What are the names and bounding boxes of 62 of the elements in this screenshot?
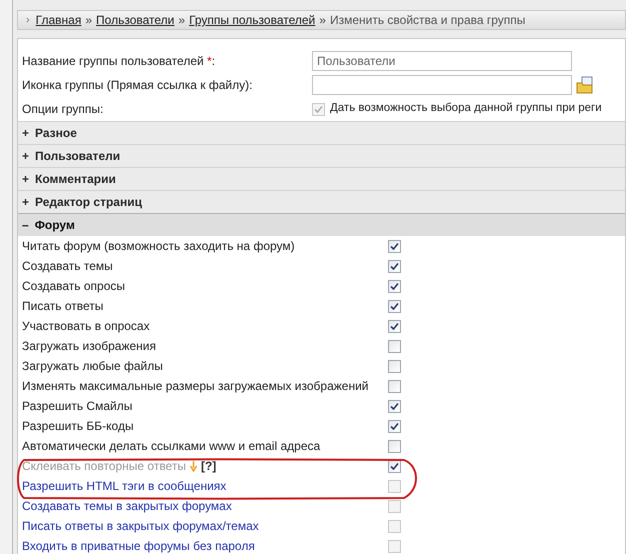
help-link[interactable]: [?] [200,457,216,475]
permission-label: Создавать темы [22,258,113,275]
checkmark-icon [390,302,399,310]
permission-label: Создавать опросы [22,278,125,295]
checkbox[interactable] [388,260,401,272]
input-field[interactable] [312,75,572,95]
checkbox[interactable] [388,320,401,332]
breadcrumb-separator: » [85,12,92,29]
checkbox[interactable] [388,480,401,492]
breadcrumb-current: Изменить свойства и права группы [330,12,526,29]
section-header[interactable]: – Форум [18,213,625,236]
permission-label: Разрешить Смайлы [22,398,132,415]
checkbox[interactable] [388,300,401,312]
permission-label: Разрешить ББ-коды [22,418,134,435]
checkbox[interactable] [388,380,401,392]
checkbox[interactable] [388,440,401,452]
checkmark-icon [390,422,399,430]
checkbox[interactable] [388,340,401,352]
section-header[interactable]: + Разное [18,121,625,144]
checkbox[interactable] [388,420,401,432]
checkmark-icon [390,462,399,470]
permission-label: Изменять максимальные размеры загружаемых изображений [22,378,368,395]
checkbox[interactable] [388,280,401,292]
chevron-icon: › [26,12,30,28]
breadcrumb-link[interactable]: Пользователи [96,11,174,29]
permission-label: Склеивать повторные ответы [22,458,186,475]
input-field[interactable]: Пользователи [312,51,572,71]
field-label: Иконка группы (Прямая ссылка к файлу): [22,77,254,94]
checkbox[interactable] [388,360,401,372]
permission-label: Участвовать в опросах [22,318,150,335]
section-header[interactable]: + Комментарии [18,167,625,190]
option-label: Дать возможность выбора данной группы при реги [330,101,602,116]
checkmark-icon [314,104,323,114]
section-header[interactable]: + Редактор страниц [18,190,625,213]
permission-label: Читать форум (возможность заходить на форум) [22,238,295,255]
permission-link[interactable]: Создавать темы в закрытых форумах [22,497,232,515]
checkbox[interactable] [388,500,401,512]
checkmark-icon [390,322,399,330]
down-arrow-icon [190,460,197,472]
checkbox[interactable] [388,520,401,532]
field-label: Название группы пользователей *: [22,53,216,70]
permission-label: Автоматически делать ссылками www и email адреса [22,438,320,455]
checkmark-icon [390,282,399,290]
breadcrumb-separator: » [319,12,326,29]
folder-icon[interactable] [576,76,594,94]
permission-label: Писать ответы [22,298,104,315]
permission-link[interactable]: Писать ответы в закрытых форумах/темах [22,517,259,535]
checkbox[interactable] [388,240,401,252]
permission-link[interactable]: Разрешить HTML тэги в сообщениях [22,477,226,495]
checkmark-icon [390,262,399,270]
permission-link[interactable]: Входить в приватные форумы без пароля [22,537,255,554]
breadcrumb-link[interactable]: Группы пользователей [189,11,316,29]
breadcrumb-separator: » [178,12,186,29]
checkmark-icon [390,242,399,250]
checkbox[interactable] [388,540,401,552]
permission-label: Загружать любые файлы [22,358,163,375]
field-label: Опции группы: [22,101,104,118]
checkbox[interactable] [388,400,401,412]
permission-label: Загружать изображения [22,338,156,355]
section-header[interactable]: + Пользователи [18,144,625,167]
checkmark-icon [390,402,399,410]
breadcrumb-link[interactable]: Главная [36,11,82,29]
